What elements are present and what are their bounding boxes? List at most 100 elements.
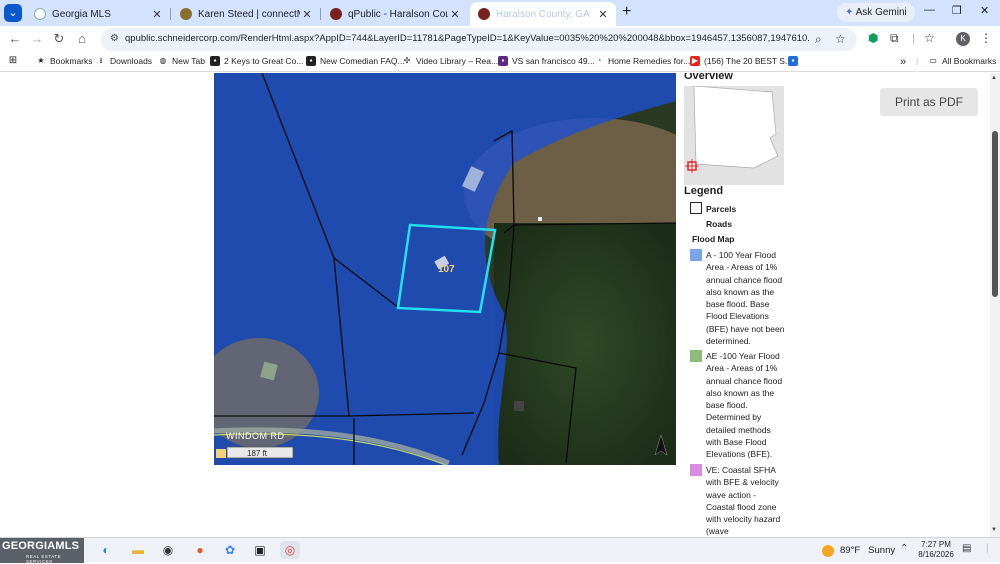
gemini-sparkle-icon: ✦ <box>845 7 854 18</box>
ask-gemini-button[interactable]: ✦ Ask Gemini <box>837 3 915 22</box>
extension-icon[interactable]: ⬢ <box>868 31 878 45</box>
bookmark-item[interactable]: ▪ <box>788 56 802 66</box>
tab-title: Georgia MLS <box>52 8 111 20</box>
url-text[interactable]: qpublic.schneidercorp.com/RenderHtml.asp… <box>125 33 810 44</box>
georgia-mls-logo: GEORGIAMLS REAL ESTATE SERVICES <box>0 538 84 564</box>
parcels-swatch <box>690 202 702 214</box>
overview-map[interactable] <box>684 86 784 185</box>
print-as-pdf-button[interactable]: Print as PDF <box>880 88 978 116</box>
profile-avatar[interactable]: K <box>956 32 970 46</box>
browser-menu-icon[interactable]: ⋮ <box>980 31 992 45</box>
flood-zone-a-swatch <box>690 249 702 261</box>
windows-taskbar: GEORGIAMLS REAL ESTATE SERVICES ◐ ▬ ◉ ● … <box>0 537 1000 564</box>
georgia-mls-favicon-icon <box>34 8 46 20</box>
zoom-icon[interactable]: ⌕ <box>815 32 822 47</box>
site-info-icon[interactable]: ⚙ <box>110 33 119 44</box>
show-desktop-button[interactable]: | <box>986 543 989 554</box>
bookmark-item[interactable]: ◔ Home Remedies for... <box>594 56 691 66</box>
store-icon[interactable]: ▣ <box>250 541 270 559</box>
clock-date: 8/16/2026 <box>918 550 954 559</box>
page-scrollbar[interactable]: ▲ ▼ <box>990 73 1000 537</box>
legend-item-roads: Roads <box>706 219 732 229</box>
site-favicon-icon: ◔ <box>596 56 602 65</box>
address-bar[interactable]: ⚙ qpublic.schneidercorp.com/RenderHtml.a… <box>101 28 857 51</box>
page-content: 107 WINDOM RD 187 ft Overview Legend Par… <box>0 73 1000 537</box>
new-tab-button[interactable]: + <box>622 3 631 21</box>
site-favicon-icon: ▪ <box>306 56 316 66</box>
overview-canvas <box>684 86 784 185</box>
system-clock[interactable]: 7:27 PM 8/16/2026 <box>918 540 954 560</box>
camera-app-icon[interactable]: ◉ <box>158 541 178 559</box>
extensions-puzzle-icon[interactable]: ⧉ <box>890 31 899 46</box>
clock-time: 7:27 PM <box>921 540 951 549</box>
bookmark-item[interactable]: ▪ VS san francisco 49... <box>498 56 595 66</box>
tab-connectmls[interactable]: Karen Steed | connectMLS ✕ <box>172 2 320 26</box>
scrollbar-thumb[interactable] <box>992 131 998 297</box>
edge-browser-icon[interactable]: ◐ <box>96 541 116 559</box>
globe-icon: ◍ <box>159 56 167 65</box>
apps-grid-icon[interactable]: ⊞ <box>8 56 22 66</box>
bookmark-item[interactable]: ◍ New Tab <box>158 56 205 66</box>
bookmark-item[interactable]: ★ Bookmarks <box>36 56 92 66</box>
download-icon: ⭳ <box>99 56 103 65</box>
parcel-number-label: 107 <box>438 264 455 275</box>
structure-marker <box>538 217 542 221</box>
all-bookmarks-button[interactable]: ▭ All Bookmarks <box>928 56 996 66</box>
weather-desc: Sunny <box>868 545 896 556</box>
close-tab-icon[interactable]: ✕ <box>150 8 164 21</box>
tab-separator <box>170 8 171 20</box>
sun-icon <box>822 544 834 557</box>
bookmarks-overflow-button[interactable]: » <box>900 56 906 68</box>
reading-list-icon[interactable]: ☆ <box>924 31 935 45</box>
tab-search-icon[interactable]: ⌄ <box>4 4 22 22</box>
file-explorer-icon[interactable]: ▬ <box>128 541 148 559</box>
bookmark-item[interactable]: ▶ (156) The 20 BEST S... <box>690 56 792 66</box>
scale-bar-label: 187 ft <box>247 449 268 458</box>
logo-subtext: REAL ESTATE SERVICES <box>26 554 62 564</box>
tab-qpublic[interactable]: qPublic - Haralson County, GA ✕ <box>322 2 468 26</box>
bookmark-item[interactable]: ✣ Video Library – Rea... <box>402 56 498 66</box>
back-arrow-icon[interactable]: ← <box>6 31 24 46</box>
tray-chevron-icon[interactable]: ⌃ <box>900 543 908 554</box>
restore-button[interactable]: ❐ <box>952 4 962 17</box>
scroll-down-icon[interactable]: ▼ <box>991 527 997 533</box>
county-outline <box>693 86 779 169</box>
scroll-up-icon[interactable]: ▲ <box>991 75 997 81</box>
close-window-button[interactable]: ✕ <box>980 4 989 17</box>
flood-zone-ve-swatch <box>690 464 702 476</box>
toolbar-divider: | <box>912 31 916 45</box>
overview-heading: Overview <box>684 73 733 82</box>
bookmark-item[interactable]: ▪ New Comedian FAQ... <box>306 56 405 66</box>
bookmark-item[interactable]: ▪ 2 Keys to Great Co... <box>210 56 303 66</box>
flood-map-view[interactable]: 107 WINDOM RD 187 ft <box>214 73 676 465</box>
close-tab-icon[interactable]: ✕ <box>448 8 462 21</box>
weather-temp: 89°F <box>840 545 861 556</box>
tab-georgia-mls[interactable]: Georgia MLS ✕ <box>26 2 170 26</box>
copilot-icon[interactable]: ✿ <box>220 541 240 559</box>
tab-haralson-county-map[interactable]: Haralson County, GA ✕ <box>470 2 616 26</box>
close-tab-icon[interactable]: ✕ <box>300 8 314 21</box>
notifications-icon[interactable]: ▤ <box>962 543 971 554</box>
duckduckgo-icon[interactable]: ● <box>190 541 210 559</box>
reload-icon[interactable]: ↻ <box>50 31 68 47</box>
site-favicon-icon: ▪ <box>788 56 798 66</box>
bookmark-star-icon[interactable]: ☆ <box>835 32 846 46</box>
site-favicon-icon: ▪ <box>210 56 220 66</box>
tab-title: qPublic - Haralson County, GA <box>348 8 448 20</box>
tab-strip: ⌄ Georgia MLS ✕ Karen Steed | connectMLS… <box>0 0 1000 26</box>
logo-text: GEORGIAMLS <box>2 540 80 552</box>
weather-widget[interactable]: 89°F Sunny <box>812 540 895 561</box>
minimize-button[interactable]: — <box>924 4 935 16</box>
close-tab-icon[interactable]: ✕ <box>596 8 610 21</box>
chrome-icon[interactable]: ◎ <box>280 541 300 559</box>
forward-arrow-icon[interactable]: → <box>28 31 46 46</box>
forest-area <box>494 223 676 465</box>
video-library-icon: ✣ <box>403 56 411 65</box>
youtube-icon: ▶ <box>690 56 700 66</box>
house-structure <box>514 401 524 411</box>
bookmarks-divider: | <box>916 56 919 66</box>
qpublic-favicon-icon <box>478 8 490 20</box>
home-icon[interactable]: ⌂ <box>73 31 91 46</box>
bookmark-item[interactable]: ⭳ Downloads <box>96 56 152 66</box>
tab-title: Karen Steed | connectMLS <box>198 8 300 20</box>
